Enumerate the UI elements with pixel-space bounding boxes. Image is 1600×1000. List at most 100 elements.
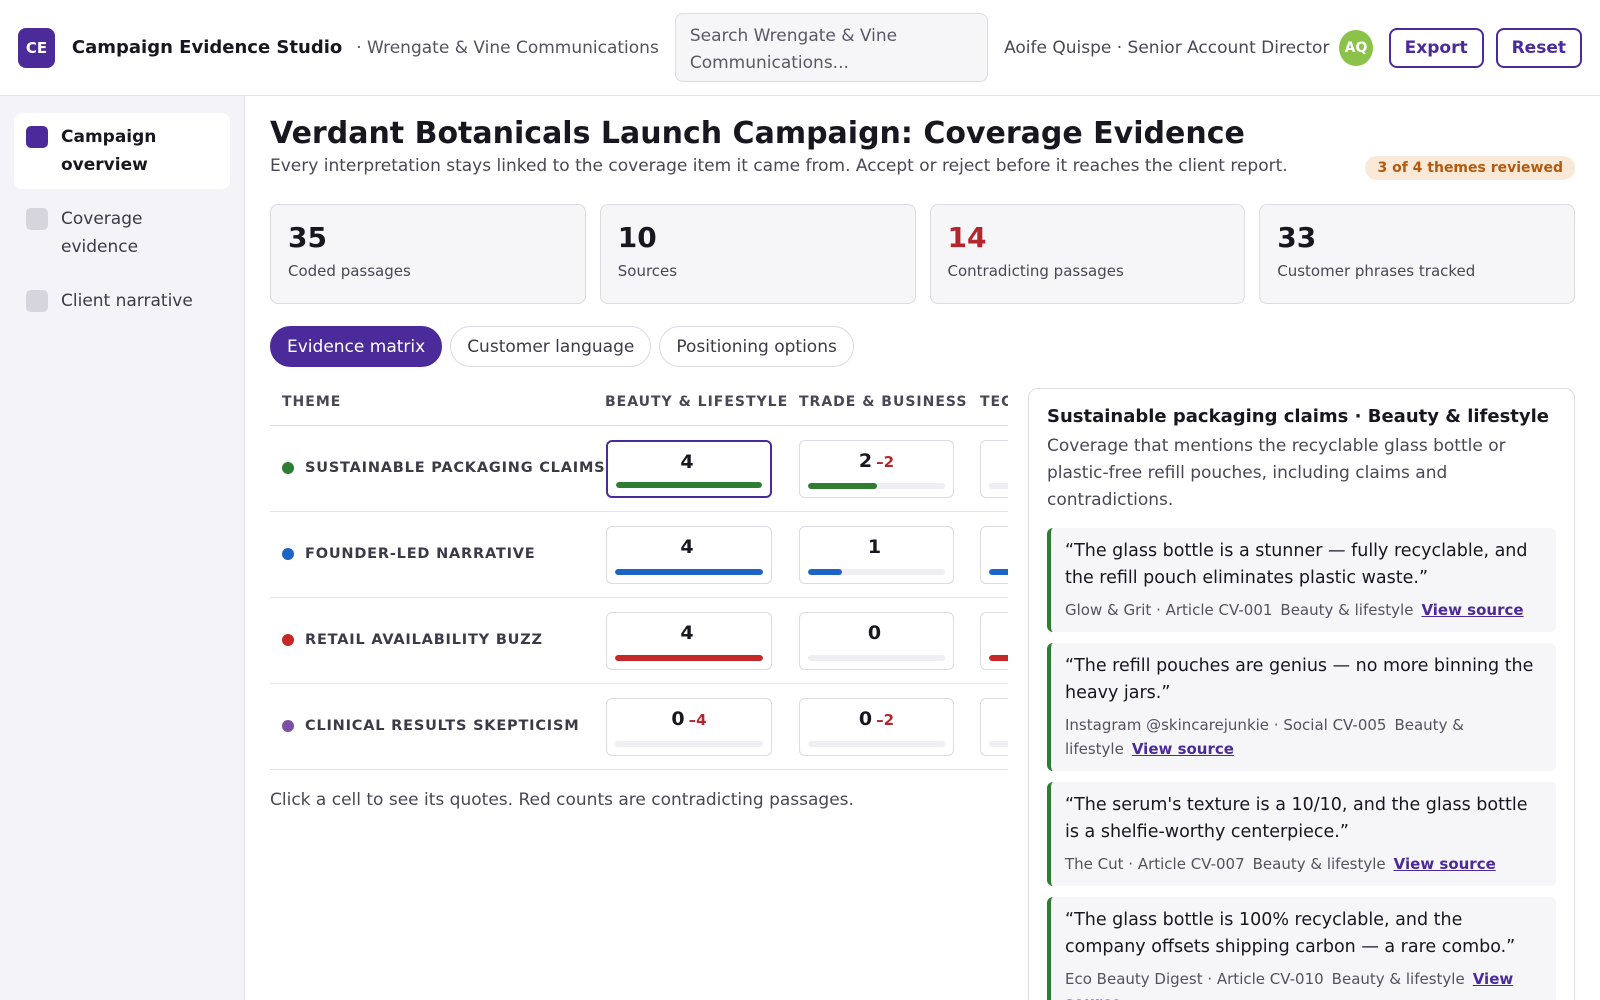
quote-detail-panel: Sustainable packaging claims · Beauty & … [1028, 388, 1575, 1000]
cell-count: 1 [800, 536, 953, 558]
cell-bar-track [989, 655, 1008, 661]
matrix-cell[interactable] [980, 698, 1008, 756]
sidebar-item-campaign-overview[interactable]: Campaign overview [14, 113, 230, 189]
table-row: SUSTAINABLE PACKAGING CLAIMS 4 2 –2 [270, 426, 1008, 512]
sidebar-item-coverage-evidence[interactable]: Coverage evidence [14, 195, 230, 271]
matrix-cell[interactable]: 4 [606, 612, 772, 670]
view-source-link[interactable]: View source [1132, 740, 1234, 758]
quote-card: “The refill pouches are genius — no more… [1047, 643, 1556, 771]
stat-value: 35 [288, 221, 327, 254]
matrix-cell[interactable]: 0 [799, 612, 954, 670]
theme-name: RETAIL AVAILABILITY BUZZ [305, 632, 543, 648]
cell-bar-track [615, 741, 763, 747]
panel-title: Sustainable packaging claims · Beauty & … [1047, 406, 1550, 427]
view-source-link[interactable]: View source [1394, 855, 1496, 873]
quote-text: “The serum's texture is a 10/10, and the… [1065, 795, 1528, 842]
reset-button[interactable]: Reset [1495, 27, 1582, 68]
stat-label: Customer phrases tracked [1277, 262, 1476, 280]
cell-contradiction-count: –2 [876, 711, 895, 729]
tab-evidence-matrix[interactable]: Evidence matrix [270, 326, 443, 367]
table-row: CLINICAL RESULTS SKEPTICISM 0 –4 0 –2 [270, 684, 1008, 770]
cell-count-value: 2 [858, 450, 873, 472]
view-tabs: Evidence matrix Customer language Positi… [270, 326, 854, 367]
theme-label: CLINICAL RESULTS SKEPTICISM [282, 718, 579, 734]
quote-card: “The serum's texture is a 10/10, and the… [1047, 782, 1556, 886]
theme-name: FOUNDER-LED NARRATIVE [305, 546, 536, 562]
cell-bar-track [808, 483, 945, 489]
nav-square-icon [26, 208, 48, 230]
cell-count-value: 1 [867, 536, 882, 558]
tab-customer-language[interactable]: Customer language [450, 326, 652, 367]
matrix-cell[interactable] [980, 526, 1008, 584]
cell-bar-fill [989, 569, 1008, 575]
quote-source: Glow & Grit · Article CV-001 [1065, 601, 1273, 619]
theme-dot-icon [282, 548, 294, 560]
evidence-matrix: THEME BEAUTY & LIFESTYLE TRADE & BUSINES… [270, 392, 1008, 777]
stat-card-customer-phrases: 33 Customer phrases tracked [1259, 204, 1575, 304]
table-row: RETAIL AVAILABILITY BUZZ 4 0 [270, 598, 1008, 684]
quote-text: “The glass bottle is 100% recyclable, an… [1065, 910, 1516, 957]
theme-label: RETAIL AVAILABILITY BUZZ [282, 632, 543, 648]
cell-contradiction-count: –2 [876, 453, 895, 471]
tab-positioning-options[interactable]: Positioning options [659, 326, 854, 367]
cell-bar-track [615, 655, 763, 661]
cell-bar-track [989, 569, 1008, 575]
main-content: Verdant Botanicals Launch Campaign: Cove… [270, 96, 1575, 1000]
column-header-tech: TEC [980, 394, 1008, 410]
theme-name: CLINICAL RESULTS SKEPTICISM [305, 718, 580, 734]
quote-text: “The glass bottle is a stunner — fully r… [1065, 541, 1528, 588]
matrix-cell[interactable]: 0 –4 [606, 698, 772, 756]
matrix-hint: Click a cell to see its quotes. Red coun… [270, 790, 854, 810]
matrix-cell[interactable] [980, 440, 1008, 498]
matrix-header: THEME BEAUTY & LIFESTYLE TRADE & BUSINES… [270, 392, 1008, 426]
cell-bar-fill [616, 482, 762, 488]
column-header-beauty-lifestyle: BEAUTY & LIFESTYLE [605, 394, 789, 410]
cell-count: 4 [607, 536, 771, 558]
cell-bar-track [989, 741, 1008, 747]
sidebar-item-client-narrative[interactable]: Client narrative [14, 277, 230, 325]
matrix-cell[interactable]: 2 –2 [799, 440, 954, 498]
export-button[interactable]: Export [1388, 27, 1484, 68]
cell-count-value: 0 [867, 622, 882, 644]
cell-count-value: 0 [858, 708, 873, 730]
quote-meta: Instagram @skincarejunkie · Social CV-00… [1065, 713, 1542, 761]
cell-count: 2 –2 [800, 450, 953, 472]
sidebar-item-label: Client narrative [61, 291, 193, 311]
page-subtitle: Every interpretation stays linked to the… [270, 156, 1288, 176]
stat-value: 14 [947, 221, 987, 254]
view-source-link[interactable]: View source [1421, 601, 1523, 619]
organization-name: · Wrengate & Vine Communications [356, 37, 659, 58]
matrix-cell[interactable]: 4 [606, 440, 772, 498]
quote-meta: Eco Beauty Digest · Article CV-010 Beauty… [1065, 967, 1542, 1000]
review-status-badge: 3 of 4 themes reviewed [1365, 156, 1575, 180]
theme-dot-icon [282, 720, 294, 732]
panel-description: Coverage that mentions the recyclable gl… [1047, 436, 1506, 510]
cell-bar-track [808, 569, 945, 575]
quote-source: Instagram @skincarejunkie · Social CV-00… [1065, 716, 1387, 734]
cell-bar-fill [615, 569, 763, 575]
stat-card-contradicting-passages: 14 Contradicting passages [929, 204, 1246, 304]
column-header-theme: THEME [282, 394, 342, 410]
avatar[interactable]: AQ [1339, 29, 1373, 66]
search-input[interactable]: Search Wrengate & Vine Communications... [674, 13, 989, 82]
quote-meta: Glow & Grit · Article CV-001 Beauty & lif… [1065, 598, 1542, 622]
matrix-cell[interactable]: 1 [799, 526, 954, 584]
column-header-trade-business: TRADE & BUSINESS [799, 394, 968, 410]
app-title: Campaign Evidence Studio [71, 37, 343, 58]
cell-count-value: 4 [680, 622, 694, 644]
cell-bar-fill [808, 569, 843, 575]
quote-category: Beauty & lifestyle [1331, 970, 1465, 988]
theme-dot-icon [282, 462, 294, 474]
matrix-cell[interactable]: 4 [606, 526, 772, 584]
matrix-cell[interactable]: 0 –2 [799, 698, 954, 756]
sidebar: Campaign overview Coverage evidence Clie… [0, 96, 245, 1000]
matrix-cell[interactable] [980, 612, 1008, 670]
stat-label: Sources [617, 262, 678, 280]
nav-square-icon [26, 290, 48, 312]
cell-bar-track [808, 741, 945, 747]
theme-dot-icon [282, 634, 294, 646]
quote-meta: The Cut · Article CV-007 Beauty & lifesty… [1065, 852, 1542, 876]
user-name: Aoife Quispe · Senior Account Director [1004, 37, 1330, 58]
quote-card: “The glass bottle is a stunner — fully r… [1047, 528, 1556, 632]
quote-text: “The refill pouches are genius — no more… [1065, 656, 1534, 703]
